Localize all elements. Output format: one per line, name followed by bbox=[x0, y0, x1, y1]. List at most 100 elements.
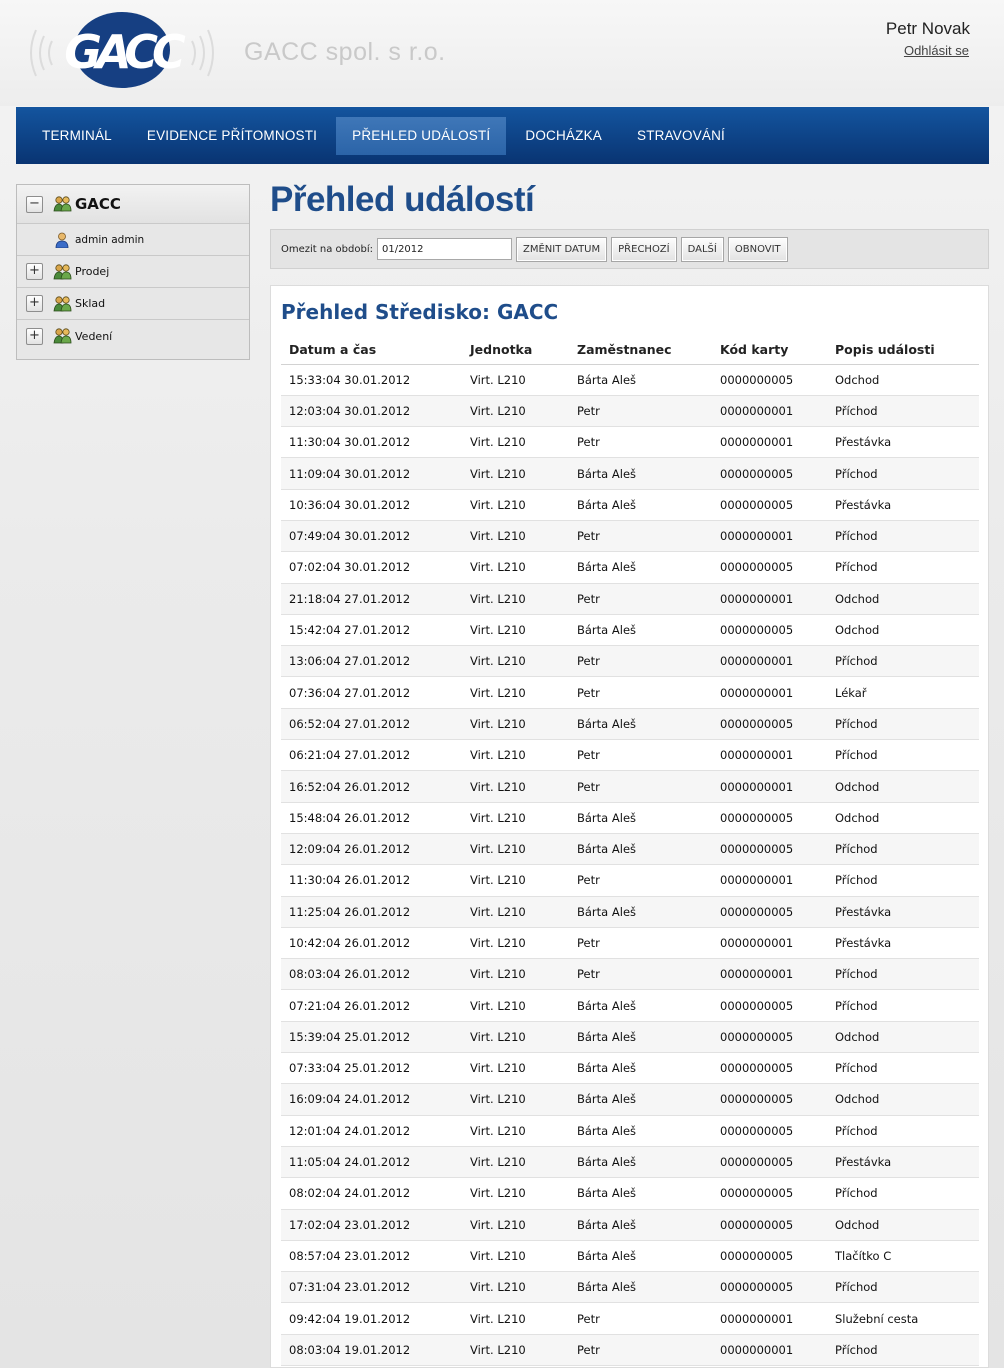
cell-datetime: 16:52:04 26.01.2012 bbox=[281, 770, 462, 803]
cell-employee: Bárta Aleš bbox=[569, 1115, 712, 1147]
table-row[interactable]: 06:21:04 27.01.2012 Virt. L210 Petr 0000000… bbox=[281, 739, 979, 772]
cell-unit: Virt. L210 bbox=[462, 864, 569, 897]
refresh-button[interactable]: OBNOVIT bbox=[727, 236, 788, 262]
nav-item-catering[interactable]: STRAVOVÁNÍ bbox=[621, 117, 741, 155]
cell-card-code: 0000000001 bbox=[712, 770, 827, 803]
table-row[interactable]: 08:57:04 23.01.2012 Virt. L210 Bárta Aleš 0… bbox=[281, 1240, 979, 1273]
tree-label-management[interactable]: Vedení bbox=[75, 330, 112, 343]
table-row[interactable]: 17:02:04 23.01.2012 Virt. L210 Bárta Aleš 0… bbox=[281, 1209, 979, 1241]
cell-card-code: 0000000001 bbox=[712, 927, 827, 960]
user-icon bbox=[55, 232, 69, 248]
table-row[interactable]: 15:33:04 30.01.2012 Virt. L210 Bárta Aleš 0… bbox=[281, 364, 979, 396]
table-row[interactable]: 08:02:04 24.01.2012 Virt. L210 Bárta Aleš 0… bbox=[281, 1177, 979, 1210]
table-row[interactable]: 13:06:04 27.01.2012 Virt. L210 Petr 0000000… bbox=[281, 645, 979, 678]
cell-datetime: 12:01:04 24.01.2012 bbox=[281, 1115, 462, 1147]
cell-unit: Virt. L210 bbox=[462, 1271, 569, 1304]
table-row[interactable]: 11:09:04 30.01.2012 Virt. L210 Bárta Aleš 0… bbox=[281, 457, 979, 490]
cell-card-code: 0000000005 bbox=[712, 1052, 827, 1085]
column-header-unit[interactable]: Jednotka bbox=[462, 336, 569, 365]
expand-toggle[interactable]: + bbox=[26, 327, 43, 345]
cell-datetime: 07:49:04 30.01.2012 bbox=[281, 520, 462, 553]
table-row[interactable]: 16:52:04 26.01.2012 Virt. L210 Petr 0000000… bbox=[281, 770, 979, 803]
cell-datetime: 09:42:04 19.01.2012 bbox=[281, 1302, 462, 1335]
tree-label-user[interactable]: admin admin bbox=[75, 234, 144, 246]
table-row[interactable]: 06:52:04 27.01.2012 Virt. L210 Bárta Aleš 0… bbox=[281, 708, 979, 741]
table-row[interactable]: 07:49:04 30.01.2012 Virt. L210 Petr 0000000… bbox=[281, 520, 979, 553]
cell-datetime: 21:18:04 27.01.2012 bbox=[281, 583, 462, 615]
tree-label-warehouse[interactable]: Sklad bbox=[75, 297, 105, 310]
table-row[interactable]: 10:42:04 26.01.2012 Virt. L210 Petr 0000000… bbox=[281, 927, 979, 960]
cell-unit: Virt. L210 bbox=[462, 520, 569, 553]
previous-button[interactable]: PŘECHOZÍ bbox=[611, 236, 677, 262]
cell-card-code: 0000000005 bbox=[712, 989, 827, 1022]
table-row[interactable]: 09:42:04 19.01.2012 Virt. L210 Petr 0000000… bbox=[281, 1302, 979, 1335]
cell-unit: Virt. L210 bbox=[462, 1052, 569, 1085]
cell-datetime: 15:33:04 30.01.2012 bbox=[281, 364, 462, 396]
tree-label-sales[interactable]: Prodej bbox=[75, 265, 109, 278]
cell-unit: Virt. L210 bbox=[462, 395, 569, 428]
change-date-button[interactable]: ZMĚNIT DATUM bbox=[515, 236, 608, 262]
cell-event-description: Příchod bbox=[827, 395, 979, 428]
tree-node-management[interactable]: + Vedení bbox=[17, 320, 249, 352]
table-row[interactable]: 10:36:04 30.01.2012 Virt. L210 Bárta Aleš 0… bbox=[281, 489, 979, 521]
column-header-datetime[interactable]: Datum a čas bbox=[281, 336, 462, 365]
cell-datetime: 15:42:04 27.01.2012 bbox=[281, 614, 462, 647]
cell-card-code: 0000000005 bbox=[712, 1240, 827, 1273]
table-row[interactable]: 08:03:04 19.01.2012 Virt. L210 Petr 0000000… bbox=[281, 1334, 979, 1367]
column-header-card-code[interactable]: Kód karty bbox=[712, 336, 827, 365]
cell-event-description: Přestávka bbox=[827, 1146, 979, 1179]
cell-datetime: 11:30:04 30.01.2012 bbox=[281, 426, 462, 459]
table-row[interactable]: 11:30:04 26.01.2012 Virt. L210 Petr 0000000… bbox=[281, 864, 979, 897]
table-row[interactable]: 15:48:04 26.01.2012 Virt. L210 Bárta Aleš 0… bbox=[281, 802, 979, 834]
cell-event-description: Příchod bbox=[827, 833, 979, 866]
cell-event-description: Příchod bbox=[827, 645, 979, 678]
table-row[interactable]: 21:18:04 27.01.2012 Virt. L210 Petr 0000000… bbox=[281, 583, 979, 615]
table-header-row: Datum a čas Jednotka Zaměstnanec Kód kar… bbox=[281, 336, 979, 365]
nav-item-event-overview[interactable]: PŘEHLED UDÁLOSTÍ bbox=[336, 116, 507, 155]
period-input[interactable] bbox=[376, 238, 512, 260]
nav-item-terminal[interactable]: TERMINÁL bbox=[26, 117, 128, 155]
table-row[interactable]: 11:05:04 24.01.2012 Virt. L210 Bárta Aleš 0… bbox=[281, 1146, 979, 1179]
table-row[interactable]: 07:33:04 25.01.2012 Virt. L210 Bárta Aleš 0… bbox=[281, 1052, 979, 1085]
table-row[interactable]: 07:02:04 30.01.2012 Virt. L210 Bárta Aleš 0… bbox=[281, 551, 979, 584]
tree-node-warehouse[interactable]: + Sklad bbox=[17, 288, 249, 320]
logout-link[interactable]: Odhlásit se bbox=[904, 43, 969, 58]
expand-toggle[interactable]: + bbox=[26, 295, 43, 312]
tree-label-root[interactable]: GACC bbox=[75, 195, 121, 213]
cell-card-code: 0000000001 bbox=[712, 739, 827, 772]
cell-event-description: Příchod bbox=[827, 739, 979, 772]
cell-unit: Virt. L210 bbox=[462, 489, 569, 521]
cell-employee: Petr bbox=[569, 395, 712, 428]
cell-event-description: Příchod bbox=[827, 1334, 979, 1367]
table-row[interactable]: 15:42:04 27.01.2012 Virt. L210 Bárta Aleš 0… bbox=[281, 614, 979, 647]
cell-event-description: Odchod bbox=[827, 364, 979, 396]
cell-card-code: 0000000001 bbox=[712, 520, 827, 553]
expand-toggle[interactable]: + bbox=[26, 263, 43, 280]
next-button[interactable]: DALŠÍ bbox=[680, 236, 724, 262]
table-row[interactable]: 16:09:04 24.01.2012 Virt. L210 Bárta Aleš 0… bbox=[281, 1083, 979, 1116]
table-row[interactable]: 07:36:04 27.01.2012 Virt. L210 Petr 0000000… bbox=[281, 676, 979, 709]
table-row[interactable]: 08:03:04 26.01.2012 Virt. L210 Petr 0000000… bbox=[281, 958, 979, 991]
table-row[interactable]: 12:01:04 24.01.2012 Virt. L210 Bárta Aleš 0… bbox=[281, 1115, 979, 1147]
table-row[interactable]: 15:39:04 25.01.2012 Virt. L210 Bárta Aleš 0… bbox=[281, 1021, 979, 1054]
cell-datetime: 07:21:04 26.01.2012 bbox=[281, 989, 462, 1022]
nav-item-attendance[interactable]: DOCHÁZKA bbox=[509, 117, 618, 155]
cell-unit: Virt. L210 bbox=[462, 1115, 569, 1147]
table-row[interactable]: 12:09:04 26.01.2012 Virt. L210 Bárta Aleš 0… bbox=[281, 833, 979, 866]
cell-event-description: Příchod bbox=[827, 1177, 979, 1210]
tree-node-root[interactable]: − GACC bbox=[17, 185, 249, 224]
table-row[interactable]: 07:21:04 26.01.2012 Virt. L210 Bárta Aleš 0… bbox=[281, 989, 979, 1022]
tree-node-sales[interactable]: + Prodej bbox=[17, 256, 249, 288]
nav-item-attendance-records[interactable]: EVIDENCE PŘÍTOMNOSTI bbox=[131, 117, 333, 155]
table-row[interactable]: 11:25:04 26.01.2012 Virt. L210 Bárta Aleš 0… bbox=[281, 896, 979, 928]
table-row[interactable]: 07:31:04 23.01.2012 Virt. L210 Bárta Aleš 0… bbox=[281, 1271, 979, 1304]
cell-unit: Virt. L210 bbox=[462, 614, 569, 647]
column-header-employee[interactable]: Zaměstnanec bbox=[569, 336, 712, 365]
table-row[interactable]: 11:30:04 30.01.2012 Virt. L210 Petr 0000000… bbox=[281, 426, 979, 459]
column-header-event-description[interactable]: Popis události bbox=[827, 336, 979, 365]
table-row[interactable]: 12:03:04 30.01.2012 Virt. L210 Petr 0000000… bbox=[281, 395, 979, 428]
tree-node-user[interactable]: admin admin bbox=[17, 224, 249, 256]
collapse-toggle[interactable]: − bbox=[26, 195, 43, 213]
cell-card-code: 0000000001 bbox=[712, 583, 827, 615]
cell-unit: Virt. L210 bbox=[462, 457, 569, 490]
